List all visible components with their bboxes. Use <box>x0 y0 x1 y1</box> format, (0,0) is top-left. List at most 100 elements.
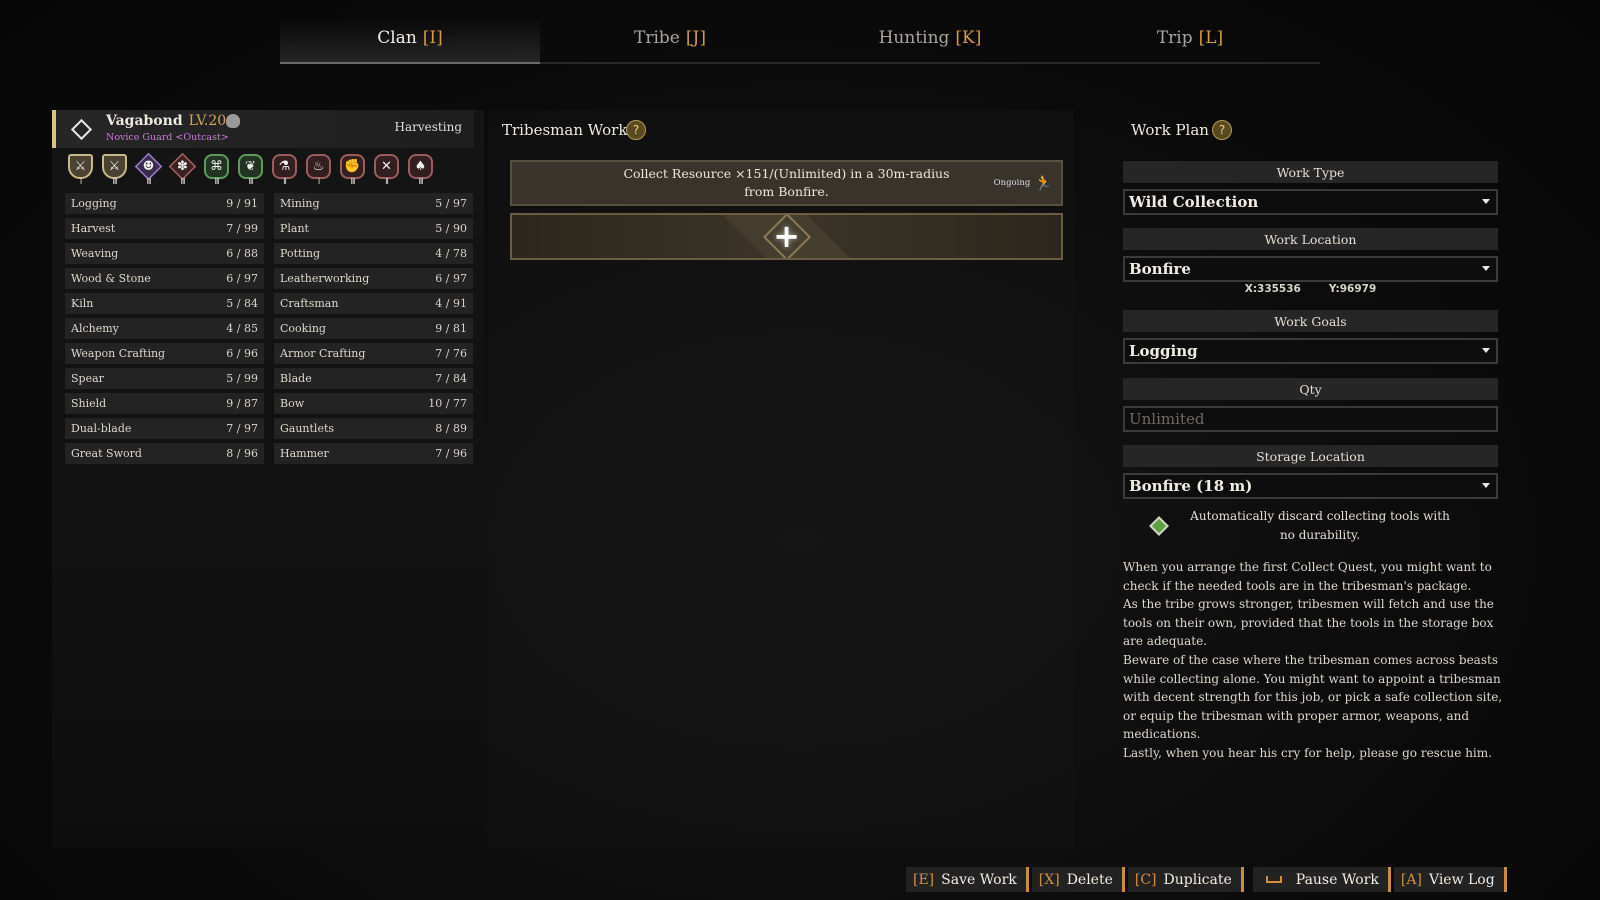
pause-work-button[interactable]: Pause Work <box>1252 867 1391 892</box>
button-label: View Log <box>1428 871 1495 888</box>
delete-button[interactable]: [X] Delete <box>1031 867 1125 892</box>
paw-icon[interactable]: ✽ III <box>168 152 197 186</box>
skill-row[interactable]: Gauntlets 8 / 89 <box>274 418 473 439</box>
skill-row[interactable]: Spear 5 / 99 <box>65 368 264 389</box>
potion-icon[interactable]: ⚗ II <box>270 152 299 186</box>
skill-name: Craftsman <box>280 297 339 310</box>
chevron-down-icon <box>1482 483 1490 488</box>
skill-row[interactable]: Hammer 7 / 96 <box>274 443 473 464</box>
tab-clan[interactable]: Clan [I] <box>280 14 540 64</box>
work-plan-title: Work Plan <box>1131 121 1209 139</box>
meat-icon[interactable]: ♨ I <box>304 152 333 186</box>
member-header[interactable]: Vagabond LV.20 Novice Guard <Outcast> Har… <box>52 110 474 148</box>
skill-row[interactable]: Leatherworking 6 / 97 <box>274 268 473 289</box>
work-task-description: Collect Resource ×151/(Unlimited) in a 3… <box>623 166 950 199</box>
skill-row[interactable]: Kiln 5 / 84 <box>65 293 264 314</box>
skill-name: Cooking <box>280 322 326 335</box>
view-log-button[interactable]: [A] View Log <box>1393 867 1507 892</box>
shield-sword-icon[interactable]: ⚔ III <box>100 152 129 186</box>
tribesman-work-title: Tribesman Work <box>502 121 628 139</box>
member-name: Vagabond <box>106 113 183 129</box>
member-level: LV.20 <box>188 113 227 129</box>
skill-name: Weapon Crafting <box>71 347 166 360</box>
tab-tribe[interactable]: Tribe [J] <box>540 14 800 64</box>
qty-input[interactable]: Unlimited <box>1123 406 1498 432</box>
skill-value: 4 / 78 <box>435 247 467 260</box>
work-goals-dropdown[interactable]: Logging <box>1123 338 1498 364</box>
skill-row[interactable]: Plant 5 / 90 <box>274 218 473 239</box>
auto-discard-label: Automatically discard collecting tools w… <box>1190 509 1450 542</box>
sleep-icon[interactable]: ☻ III <box>134 152 163 186</box>
work-task-card[interactable]: Collect Resource ×151/(Unlimited) in a 3… <box>510 160 1063 206</box>
skill-value: 7 / 84 <box>435 372 467 385</box>
skill-value: 6 / 96 <box>226 347 258 360</box>
duplicate-button[interactable]: [C] Duplicate <box>1127 867 1244 892</box>
tab-trip[interactable]: Trip [L] <box>1060 14 1320 64</box>
location-coordinates: X:335536 Y:96979 <box>1123 283 1498 295</box>
skill-name: Alchemy <box>71 322 119 335</box>
skill-name: Plant <box>280 222 309 235</box>
skill-row[interactable]: Potting 4 / 78 <box>274 243 473 264</box>
skill-name: Armor Crafting <box>280 347 366 360</box>
skill-row[interactable]: Armor Crafting 7 / 76 <box>274 343 473 364</box>
skill-name: Great Sword <box>71 447 142 460</box>
skill-name: Shield <box>71 397 107 410</box>
skill-name: Logging <box>71 197 117 210</box>
skill-row[interactable]: Bow 10 / 77 <box>274 393 473 414</box>
button-label: Save Work <box>941 871 1017 888</box>
help-icon[interactable]: ? <box>1212 120 1232 140</box>
plus-icon: + <box>773 216 800 255</box>
top-tabs: Clan [I] Tribe [J] Hunting [K] Trip [L] <box>280 14 1320 64</box>
hotkey: [X] <box>1038 871 1060 888</box>
skill-row[interactable]: Cooking 9 / 81 <box>274 318 473 339</box>
skill-name: Spear <box>71 372 104 385</box>
crossed-swords-icon[interactable]: ✕ II <box>372 152 401 186</box>
tab-label: Trip <box>1156 28 1193 48</box>
skill-name: Gauntlets <box>280 422 335 435</box>
qty-placeholder: Unlimited <box>1129 410 1205 428</box>
tab-hunting[interactable]: Hunting [K] <box>800 14 1060 64</box>
storage-location-dropdown[interactable]: Bonfire (18 m) <box>1123 473 1498 499</box>
shield-sword-icon[interactable]: ⚔ I <box>66 152 95 186</box>
action-bar: [E] Save Work [X] Delete [C] Duplicate Paus… <box>906 867 1507 892</box>
tip-text: Beware of the case where the tribesman c… <box>1123 652 1503 742</box>
skill-name: Harvest <box>71 222 116 235</box>
skill-row[interactable]: Shield 9 / 87 <box>65 393 264 414</box>
storage-location-label: Storage Location <box>1123 445 1498 467</box>
auto-discard-checkbox[interactable] <box>1149 516 1169 536</box>
tab-label: Hunting <box>878 28 950 48</box>
spacebar-icon <box>1265 876 1282 883</box>
skill-name: Blade <box>280 372 312 385</box>
skill-row[interactable]: Weapon Crafting 6 / 96 <box>65 343 264 364</box>
skill-name: Mining <box>280 197 320 210</box>
arm-icon[interactable]: ✊ III <box>338 152 367 186</box>
skill-row[interactable]: Blade 7 / 84 <box>274 368 473 389</box>
skill-row[interactable]: Mining 5 / 97 <box>274 193 473 214</box>
select-diamond-icon <box>70 118 93 141</box>
tab-hotkey: [L] <box>1198 28 1224 48</box>
skill-value: 7 / 99 <box>226 222 258 235</box>
skill-row[interactable]: Harvest 7 / 99 <box>65 218 264 239</box>
work-goals-value: Logging <box>1129 342 1198 360</box>
work-type-value: Wild Collection <box>1129 193 1259 211</box>
add-work-button[interactable]: + <box>510 213 1063 260</box>
save-work-button[interactable]: [E] Save Work <box>906 867 1029 892</box>
work-type-dropdown[interactable]: Wild Collection <box>1123 189 1498 215</box>
blade-icon[interactable]: ♠ III <box>406 152 435 186</box>
skill-row[interactable]: Wood & Stone 6 / 97 <box>65 268 264 289</box>
skill-value: 8 / 96 <box>226 447 258 460</box>
trait-icons: ⚔ I ⚔ III ☻ III ✽ III ⌘ III ❦ III ⚗ II ♨ I ✊ III … <box>66 152 435 186</box>
work-location-dropdown[interactable]: Bonfire <box>1123 256 1498 282</box>
skill-row[interactable]: Weaving 6 / 88 <box>65 243 264 264</box>
skill-value: 6 / 97 <box>435 272 467 285</box>
skill-row[interactable]: Logging 9 / 91 <box>65 193 264 214</box>
hotkey: [C] <box>1134 871 1157 888</box>
skill-row[interactable]: Great Sword 8 / 96 <box>65 443 264 464</box>
skill-row[interactable]: Dual-blade 7 / 97 <box>65 418 264 439</box>
skill-row[interactable]: Craftsman 4 / 91 <box>274 293 473 314</box>
leaf-icon[interactable]: ❦ III <box>236 152 265 186</box>
button-label: Delete <box>1066 871 1113 888</box>
help-icon[interactable]: ? <box>626 120 646 140</box>
skill-row[interactable]: Alchemy 4 / 85 <box>65 318 264 339</box>
dna-icon[interactable]: ⌘ III <box>202 152 231 186</box>
